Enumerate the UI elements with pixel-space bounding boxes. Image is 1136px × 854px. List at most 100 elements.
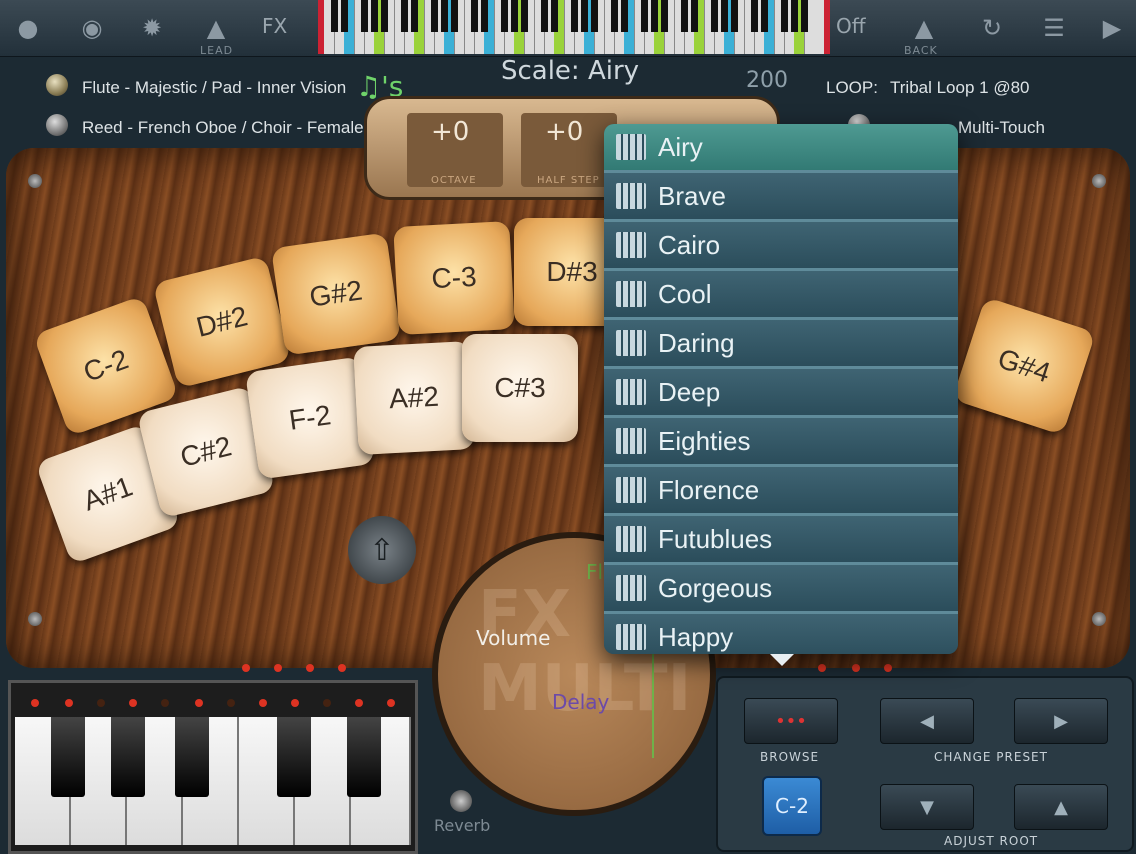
scale-option-label: Florence [658,474,760,505]
keyboard-icon [616,575,646,601]
led-indicator [227,699,235,707]
right-arrow-icon: ▶ [1054,710,1068,732]
keyboard-icon [616,330,646,356]
keyboard-icon [616,281,646,307]
back-label: BACK [904,44,938,57]
mini-keyboard[interactable] [8,680,418,854]
strip-black-key [691,0,698,32]
strip-black-key [501,0,508,32]
instrument-2-radio[interactable] [46,114,68,136]
strip-black-key [381,0,388,32]
browse-button[interactable]: ••• [744,698,838,744]
midi-icon[interactable]: ◉ [72,8,112,48]
gear-icon[interactable]: ✹ [132,8,172,48]
keyboard-range-strip[interactable] [318,0,830,54]
back-up-arrow-icon[interactable]: ▲ [904,8,944,48]
led-indicator [291,699,299,707]
instrument-1-radio[interactable] [46,74,68,96]
scale-option-daring[interactable]: Daring [604,320,958,369]
black-key[interactable] [111,717,145,797]
fx-button[interactable]: FX [262,14,287,38]
led-indicator [97,699,105,707]
keyboard-icon [616,232,646,258]
strip-black-key [511,0,518,32]
down-arrow-icon: ▼ [920,796,934,818]
scale-option-deep[interactable]: Deep [604,369,958,418]
lead-label-text: LEAD [200,44,234,57]
refresh-icon[interactable]: ↻ [972,8,1012,48]
scale-option-futublues[interactable]: Futublues [604,516,958,565]
pad-c-3[interactable]: C-3 [393,221,515,335]
screw-icon [28,612,42,626]
led-indicator [242,664,250,672]
strip-black-key [781,0,788,32]
scale-option-eighties[interactable]: Eighties [604,418,958,467]
scale-option-label: Brave [658,180,726,211]
scale-option-label: Cool [658,278,712,309]
scale-option-label: Futublues [658,523,773,554]
scale-option-label: Cairo [658,229,721,260]
strip-black-key [471,0,478,32]
loop-value[interactable]: Tribal Loop 1 @80 [890,78,1030,98]
black-key[interactable] [347,717,381,797]
instrument-1-label[interactable]: Flute - Majestic / Pad - Inner Vision [82,78,346,98]
strip-black-key [411,0,418,32]
screw-icon [28,174,42,188]
strip-black-key [611,0,618,32]
keyboard-icon [616,379,646,405]
strip-black-key [551,0,558,32]
root-up-button[interactable]: ▲ [1014,784,1108,830]
pad-c#3[interactable]: C#3 [462,334,578,442]
root-down-button[interactable]: ▼ [880,784,974,830]
off-toggle[interactable]: Off [836,14,866,38]
strip-black-key [661,0,668,32]
menu-pointer-icon [770,654,794,666]
shift-up-button[interactable]: ⇧ [348,516,416,584]
keyboard-icon [616,624,646,650]
power-icon[interactable]: ● [8,8,48,48]
black-key[interactable] [175,717,209,797]
scale-option-florence[interactable]: Florence [604,467,958,516]
play-icon[interactable]: ▶ [1092,8,1132,48]
adjust-root-label: ADJUST ROOT [944,834,1039,848]
root-note-button[interactable]: C-2 [762,776,822,836]
black-key[interactable] [51,717,85,797]
lead-up-arrow-icon[interactable]: ▲ [196,8,236,48]
pad-g#2[interactable]: G#2 [271,232,401,356]
scale-title[interactable]: Scale: Airy [470,56,670,86]
tempo-display[interactable]: 200 [746,68,788,93]
reverb-knob-icon[interactable] [450,790,472,812]
mode-text: Multi-Touch [958,118,1045,137]
keyboard-icon [616,428,646,454]
pad-a#2[interactable]: A#2 [353,341,475,455]
scale-dropdown-menu: Airy Brave Cairo Cool Daring Deep Eighti… [604,124,958,654]
scale-option-cool[interactable]: Cool [604,271,958,320]
scale-option-cairo[interactable]: Cairo [604,222,958,271]
led-indicator [323,699,331,707]
octave-value: +0 [431,117,470,147]
black-key[interactable] [277,717,311,797]
scale-option-brave[interactable]: Brave [604,173,958,222]
strip-black-key [721,0,728,32]
preset-next-button[interactable]: ▶ [1014,698,1108,744]
scale-option-happy[interactable]: Happy [604,614,958,654]
led-indicator [884,664,892,672]
preset-prev-button[interactable]: ◀ [880,698,974,744]
strip-black-key [371,0,378,32]
browse-label: BROWSE [760,750,820,764]
strip-black-key [331,0,338,32]
loop-label: LOOP: [826,78,878,97]
led-indicator [161,699,169,707]
scale-option-label: Happy [658,621,734,652]
octave-label: OCTAVE [431,175,477,186]
scale-option-airy[interactable]: Airy [604,124,958,173]
scale-option-gorgeous[interactable]: Gorgeous [604,565,958,614]
strip-black-key [481,0,488,32]
volume-label: Volume [476,626,551,650]
led-indicator [129,699,137,707]
list-icon[interactable]: ☰ [1034,8,1074,48]
instrument-2-label[interactable]: Reed - French Oboe / Choir - Female [82,118,364,138]
reverb-label: Reverb [434,816,491,835]
strip-black-key [581,0,588,32]
fl-label: Fl [586,560,604,584]
